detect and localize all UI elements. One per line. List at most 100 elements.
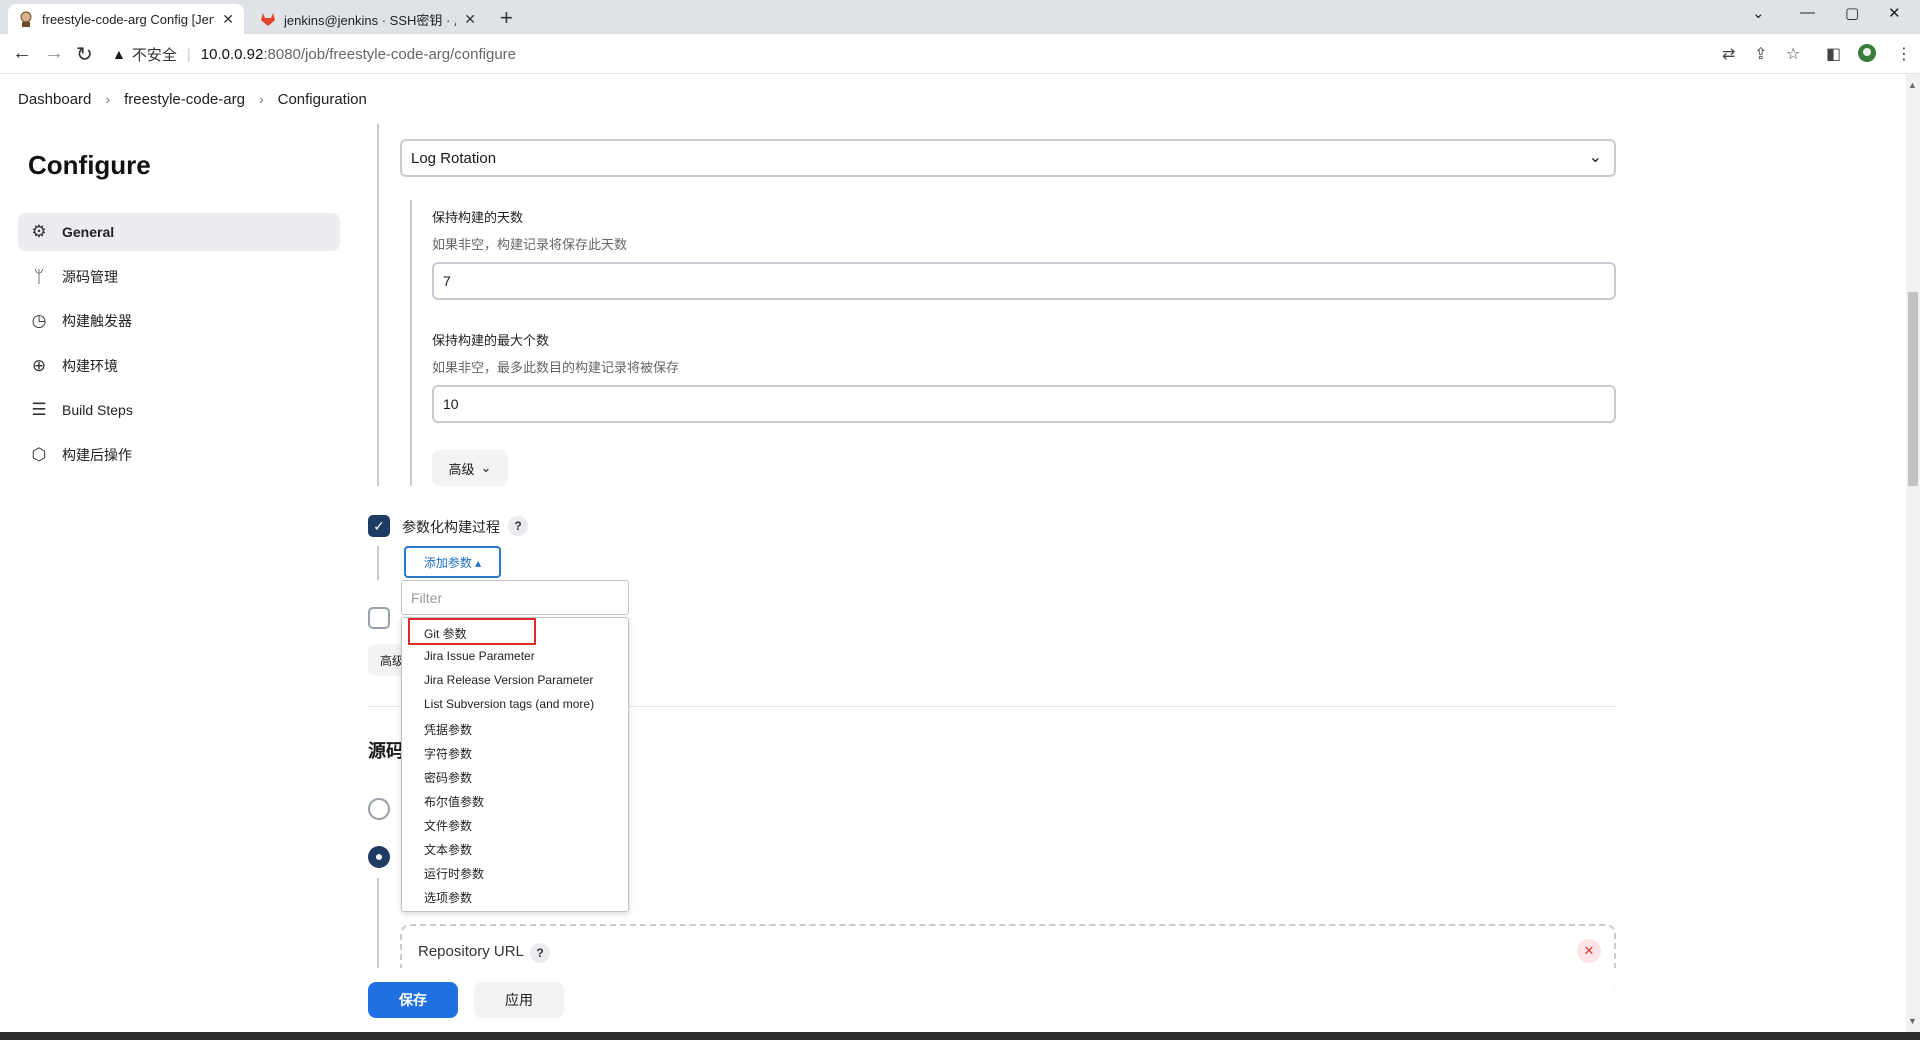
menu-item-password[interactable]: 密码参数: [424, 769, 472, 786]
advanced-button[interactable]: 高级 ⌄: [432, 450, 508, 486]
gear-icon: ⚙: [31, 222, 47, 241]
help-icon[interactable]: ?: [508, 516, 528, 536]
security-status: 不安全: [131, 46, 177, 64]
minimize-icon[interactable]: —: [1800, 4, 1815, 21]
share-icon[interactable]: ⇪: [1754, 44, 1767, 64]
scroll-up-icon[interactable]: ▲: [1908, 80, 1917, 90]
menu-item-file[interactable]: 文件参数: [424, 817, 472, 834]
subsection-indent-line: [410, 200, 412, 486]
parameter-type-menu: Git 参数 Jira Issue Parameter Jira Release…: [401, 617, 629, 912]
max-builds-value: 10: [443, 396, 459, 412]
gitlab-favicon-icon: [260, 11, 276, 27]
page-title: Configure: [28, 150, 151, 180]
days-value: 7: [443, 273, 451, 289]
breadcrumb-dashboard[interactable]: Dashboard: [18, 91, 91, 108]
sidebar-item-post-build[interactable]: ⬡ 构建后操作: [18, 436, 340, 474]
back-icon[interactable]: ←: [12, 42, 32, 65]
add-parameter-button[interactable]: 添加参数 ▴: [404, 546, 501, 578]
chevron-right-icon: ›: [258, 91, 264, 107]
forward-icon[interactable]: →: [44, 42, 64, 65]
sidebar-item-general[interactable]: ⚙ General: [18, 213, 340, 251]
browser-tab-bar: freestyle-code-arg Config [Jenkins] ✕ je…: [0, 0, 1920, 34]
menu-item-svn-tags[interactable]: List Subversion tags (and more): [424, 697, 594, 711]
scroll-down-icon[interactable]: ▼: [1908, 1016, 1917, 1026]
menu-item-text[interactable]: 文本参数: [424, 841, 472, 858]
branch-icon: ᛘ: [33, 267, 45, 286]
translate-icon[interactable]: ⇄: [1722, 44, 1735, 64]
unchecked-checkbox[interactable]: [368, 607, 390, 629]
menu-item-git-param[interactable]: Git 参数: [424, 625, 467, 642]
scm-indent-line: [377, 878, 379, 968]
scrollbar[interactable]: [1906, 74, 1920, 1040]
tab-gitlab[interactable]: jenkins@jenkins · SSH密钥 · 用户设置 · GitLab …: [250, 4, 486, 34]
sidebar-item-label: 源码管理: [62, 269, 118, 285]
chevron-down-icon: ⌄: [480, 460, 492, 475]
max-builds-input[interactable]: 10: [432, 385, 1616, 423]
save-button[interactable]: 保存: [368, 982, 458, 1018]
more-menu-icon[interactable]: ⋮: [1896, 44, 1912, 64]
new-tab-icon[interactable]: +: [500, 5, 513, 31]
tab-title: jenkins@jenkins · SSH密钥 · 用户设置 · GitLab: [284, 12, 456, 28]
menu-item-boolean[interactable]: 布尔值参数: [424, 793, 484, 810]
sidebar-item-label: Build Steps: [62, 402, 133, 418]
tab-jenkins-config[interactable]: freestyle-code-arg Config [Jenkins] ✕: [8, 4, 244, 34]
sidepanel-icon[interactable]: ◧: [1826, 44, 1841, 64]
warning-icon: ▲: [112, 46, 126, 62]
days-description: 如果非空，构建记录将保存此天数: [432, 237, 628, 252]
tab-title: freestyle-code-arg Config [Jenkins]: [42, 11, 215, 27]
scm-section-title: 源码: [368, 741, 404, 761]
url-host: 10.0.0.92: [200, 45, 264, 63]
sidebar-item-label: 构建触发器: [62, 313, 132, 329]
globe-icon: ⊕: [31, 356, 47, 375]
address-bar: ← → ↻ ▲ 不安全 | 10.0.0.92 :8080/job/freest…: [0, 34, 1920, 74]
taskbar-edge: [0, 1032, 1920, 1040]
cube-icon: ⬡: [31, 445, 47, 464]
help-icon[interactable]: ?: [530, 943, 550, 963]
url-field[interactable]: ▲ 不安全 | 10.0.0.92 :8080/job/freestyle-co…: [112, 40, 516, 68]
sidebar-item-build-env[interactable]: ⊕ 构建环境: [18, 347, 340, 385]
profile-avatar-icon[interactable]: [1858, 44, 1876, 67]
breadcrumb: Dashboard › freestyle-code-arg › Configu…: [0, 74, 1910, 124]
max-builds-description: 如果非空，最多此数目的构建记录将被保存: [432, 360, 680, 375]
days-label: 保持构建的天数: [432, 210, 524, 225]
apply-button[interactable]: 应用: [474, 982, 564, 1018]
filter-input[interactable]: Filter: [401, 580, 629, 615]
tab-search-icon[interactable]: ⌄: [1752, 4, 1765, 22]
parameterized-checkbox[interactable]: ✓: [368, 515, 390, 537]
sidebar-item-triggers[interactable]: ◷ 构建触发器: [18, 302, 340, 340]
chevron-down-icon: ⌄: [1588, 149, 1602, 166]
maximize-icon[interactable]: ▢: [1845, 4, 1859, 22]
scm-git-radio[interactable]: [368, 846, 390, 868]
sidebar-item-scm[interactable]: ᛘ 源码管理: [18, 258, 340, 296]
strategy-select[interactable]: Log Rotation ⌄: [400, 139, 1616, 177]
sidebar-item-label: 构建后操作: [62, 447, 132, 463]
close-tab-icon[interactable]: ✕: [222, 11, 234, 28]
menu-item-string[interactable]: 字符参数: [424, 745, 472, 762]
scm-none-radio[interactable]: [368, 798, 390, 820]
advanced-button-partial[interactable]: 高级: [368, 644, 404, 676]
param-indent-line: [377, 546, 379, 580]
menu-item-choice[interactable]: 选项参数: [424, 889, 472, 906]
close-tab-icon[interactable]: ✕: [464, 11, 476, 28]
reload-icon[interactable]: ↻: [76, 42, 93, 67]
repository-url-label: Repository URL: [418, 943, 524, 960]
section-indent-line: [377, 124, 379, 486]
bookmark-star-icon[interactable]: ☆: [1786, 44, 1800, 64]
close-window-icon[interactable]: ✕: [1888, 4, 1901, 22]
url-path: :8080/job/freestyle-code-arg/configure: [263, 45, 516, 63]
days-to-keep-input[interactable]: 7: [432, 262, 1616, 300]
breadcrumb-configuration[interactable]: Configuration: [278, 91, 367, 108]
menu-item-jira-issue[interactable]: Jira Issue Parameter: [424, 649, 535, 663]
sidebar-item-build-steps[interactable]: ☰ Build Steps: [18, 391, 340, 429]
menu-item-run[interactable]: 运行时参数: [424, 865, 484, 882]
chevron-right-icon: ›: [105, 91, 111, 107]
menu-item-jira-release[interactable]: Jira Release Version Parameter: [424, 673, 593, 687]
parameterized-label: 参数化构建过程: [402, 519, 500, 535]
breadcrumb-job[interactable]: freestyle-code-arg: [124, 91, 245, 108]
delete-repository-icon[interactable]: ✕: [1577, 939, 1601, 963]
scrollbar-thumb[interactable]: [1908, 292, 1918, 486]
clock-icon: ◷: [31, 311, 47, 330]
list-icon: ☰: [31, 400, 47, 419]
sidebar-item-label: General: [62, 224, 115, 240]
menu-item-credentials[interactable]: 凭据参数: [424, 721, 472, 738]
